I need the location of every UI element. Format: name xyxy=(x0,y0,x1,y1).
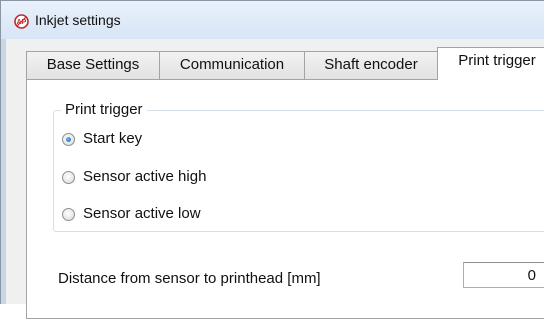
tab-print-trigger[interactable]: Print trigger xyxy=(437,47,544,80)
radio-label[interactable]: Sensor active high xyxy=(83,168,206,185)
window-title: Inkjet settings xyxy=(35,12,121,28)
title-bar[interactable]: AP Inkjet settings xyxy=(1,1,544,39)
tab-base-settings[interactable]: Base Settings xyxy=(26,51,160,79)
distance-input[interactable] xyxy=(463,262,544,288)
radio-label[interactable]: Start key xyxy=(83,130,142,147)
app-icon: AP xyxy=(14,14,29,29)
group-label: Print trigger xyxy=(61,101,147,118)
radio-button-selected[interactable] xyxy=(62,133,75,146)
radio-button[interactable] xyxy=(62,171,75,184)
tab-communication[interactable]: Communication xyxy=(159,51,305,79)
tab-shaft-encoder[interactable]: Shaft encoder xyxy=(304,51,438,79)
radio-dot-icon xyxy=(66,137,71,142)
distance-label: Distance from sensor to printhead [mm] xyxy=(58,270,321,287)
window-left-edge xyxy=(1,39,6,304)
radio-button[interactable] xyxy=(62,208,75,221)
radio-label[interactable]: Sensor active low xyxy=(83,205,201,222)
